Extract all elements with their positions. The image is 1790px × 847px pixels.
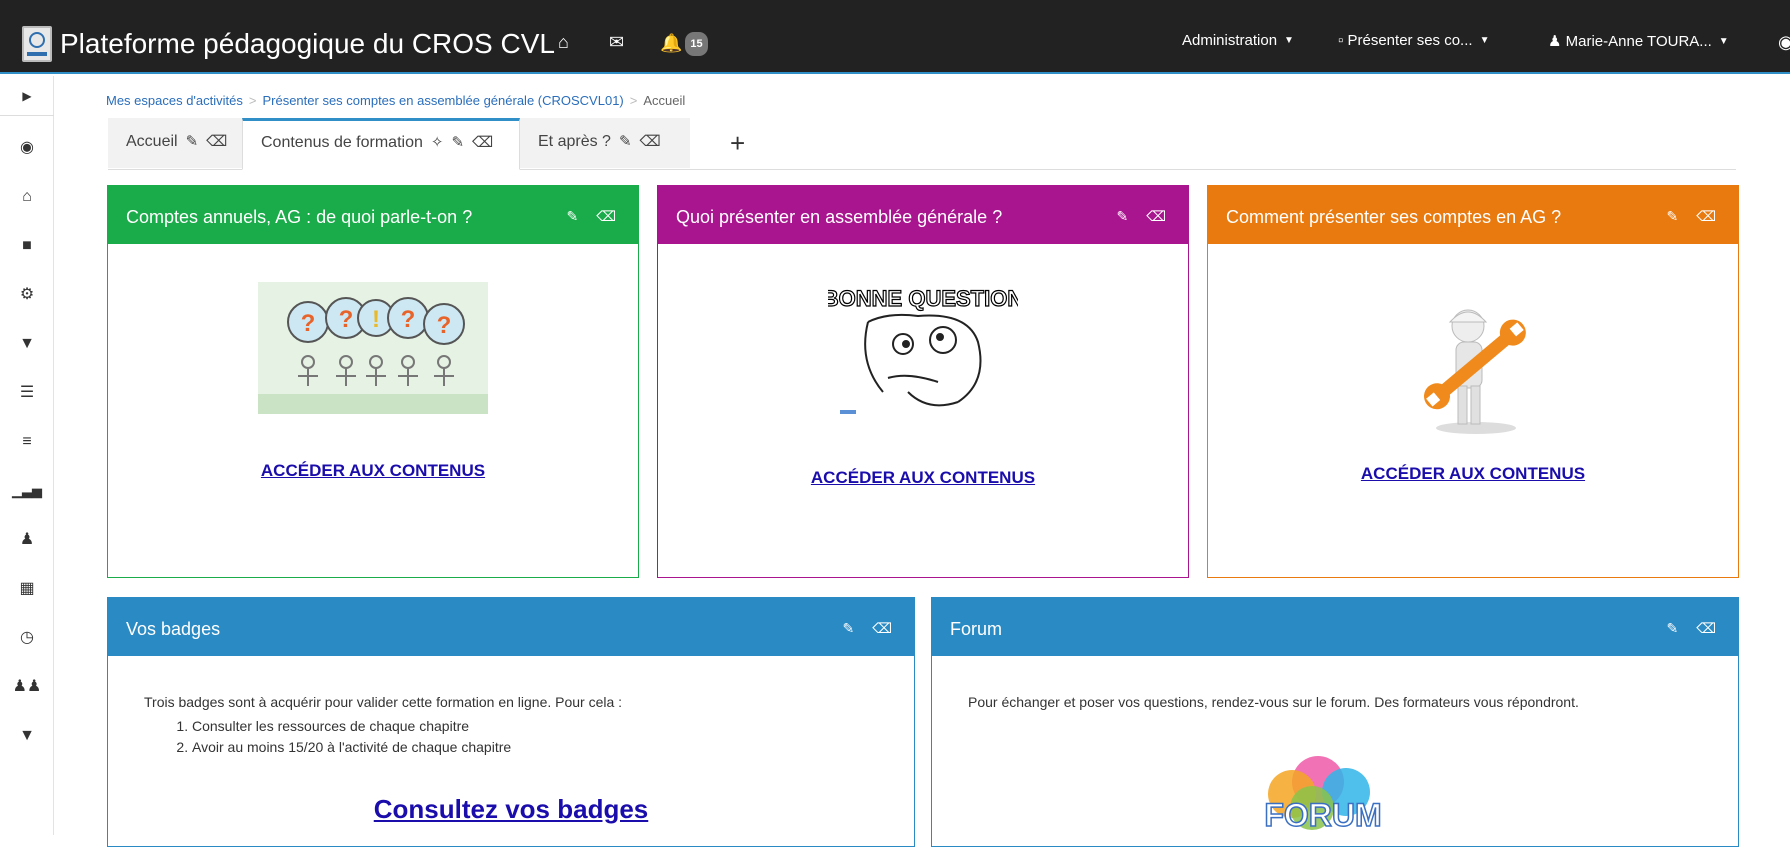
- pencil-icon[interactable]: ✎: [842, 620, 854, 636]
- panel-vos-badges: Vos badges ✎ ⌫ Trois badges sont à acquér…: [107, 597, 915, 847]
- breadcrumb-current: Accueil: [643, 93, 686, 108]
- forum-logo-text: FORUM: [1264, 797, 1381, 833]
- pencil-icon[interactable]: ✎: [1666, 620, 1678, 636]
- pencil-icon[interactable]: ✎: [451, 134, 464, 151]
- list-item: Consulter les ressources de chaque chapi…: [192, 716, 511, 737]
- svg-text:?: ?: [401, 306, 416, 333]
- panel-header: Forum ✎ ⌫: [932, 598, 1738, 656]
- help-icon[interactable]: ◉: [1778, 32, 1790, 52]
- home-icon[interactable]: ⌂: [0, 187, 54, 207]
- app-title[interactable]: Plateforme pédagogique du CROS CVL: [60, 28, 555, 60]
- pencil-icon[interactable]: ✎: [619, 133, 632, 150]
- chevron-down-icon: ▼: [1284, 35, 1294, 46]
- top-navbar: Plateforme pédagogique du CROS CVL ⌂ ✉ 🔔…: [0, 0, 1790, 74]
- svg-text:!: !: [372, 306, 380, 333]
- breadcrumb: Mes espaces d'activités > Présenter ses co…: [106, 93, 686, 108]
- question-people-image: ? ? ! ? ?: [258, 282, 488, 414]
- section-tabs: Accueil ✎ ⌫ Contenus de formation ✧ ✎ ⌫ Et ap…: [108, 118, 1736, 170]
- trash-icon[interactable]: ⌫: [640, 133, 661, 150]
- badges-intro: Trois badges sont à acquérir pour valide…: [144, 694, 623, 710]
- pencil-icon[interactable]: ✎: [566, 208, 578, 224]
- trophy-icon[interactable]: ▼: [0, 334, 54, 354]
- tab-accueil[interactable]: Accueil ✎ ⌫: [108, 118, 242, 168]
- tab-contenus-de-formation[interactable]: Contenus de formation ✧ ✎ ⌫: [242, 118, 520, 170]
- pencil-icon[interactable]: ✎: [186, 133, 199, 150]
- gear-icon[interactable]: ⚙: [0, 285, 54, 305]
- left-sidebar: ▶ ◉ ⌂ ■ ⚙ ▼ ☰ ≡ ▁▃▅ ♟ ▦ ◷ ♟♟ ▼: [0, 76, 54, 835]
- pencil-icon[interactable]: ✎: [1666, 208, 1678, 224]
- envelope-icon[interactable]: ✉: [609, 32, 624, 52]
- trash-icon[interactable]: ⌫: [596, 208, 616, 224]
- user-icon: ♟: [1548, 33, 1566, 50]
- acceder-contenus-link-3[interactable]: ACCÉDER AUX CONTENUS: [1208, 464, 1738, 484]
- notification-badge: 15: [685, 32, 708, 56]
- panel-header: Comptes annuels, AG : de quoi parle-t-on…: [108, 186, 638, 244]
- users-icon[interactable]: ♟♟: [0, 677, 54, 697]
- bar-chart-icon[interactable]: ▁▃▅: [0, 481, 54, 501]
- bonne-question-meme-image: BONNE QUESTION: [822, 282, 1024, 422]
- server-icon[interactable]: ☰: [0, 383, 54, 403]
- add-tab-icon[interactable]: +: [730, 128, 745, 159]
- forum-logo-image[interactable]: FORUM: [1248, 746, 1398, 836]
- chevron-down-icon: ▼: [1479, 35, 1490, 46]
- trash-icon[interactable]: ⌫: [1146, 208, 1166, 224]
- breadcrumb-link-course[interactable]: Présenter ses comptes en assemblée génér…: [262, 93, 623, 108]
- trophy-icon[interactable]: ▼: [0, 726, 54, 746]
- folder-open-icon[interactable]: ■: [0, 236, 54, 256]
- panel-comptes-annuels: Comptes annuels, AG : de quoi parle-t-on…: [107, 185, 639, 578]
- pencil-icon[interactable]: ✎: [1116, 208, 1128, 224]
- user-menu[interactable]: ♟ Marie-Anne TOURA... ▼: [1548, 32, 1729, 50]
- calendar-icon[interactable]: ▦: [0, 579, 54, 599]
- forum-intro: Pour échanger et poser vos questions, re…: [968, 694, 1579, 710]
- acceder-contenus-link-1[interactable]: ACCÉDER AUX CONTENUS: [108, 461, 638, 481]
- trash-icon[interactable]: ⌫: [206, 133, 227, 150]
- panel-header: Comment présenter ses comptes en AG ? ✎ ⌫: [1208, 186, 1738, 244]
- panel-quoi-presenter: Quoi présenter en assemblée générale ? ✎…: [657, 185, 1189, 578]
- book-icon: ▫: [1338, 32, 1348, 49]
- svg-text:?: ?: [339, 306, 354, 333]
- admin-menu[interactable]: Administration ▼: [1182, 32, 1294, 49]
- panel-forum: Forum ✎ ⌫ Pour échanger et poser vos ques…: [931, 597, 1739, 847]
- svg-text:?: ?: [437, 312, 452, 339]
- eye-icon[interactable]: ◉: [0, 138, 54, 158]
- meme-caption: BONNE QUESTION: [828, 286, 1018, 311]
- consultez-badges-link[interactable]: Consultez vos badges: [108, 794, 914, 825]
- tab-et-apres[interactable]: Et après ? ✎ ⌫: [520, 118, 690, 168]
- panel-header: Quoi présenter en assemblée générale ? ✎…: [658, 186, 1188, 244]
- course-menu[interactable]: ▫ Présenter ses co... ▼: [1338, 32, 1489, 49]
- panel-header: Vos badges ✎ ⌫: [108, 598, 914, 656]
- user-icon[interactable]: ♟: [0, 530, 54, 550]
- badges-steps-list: Consulter les ressources de chaque chapi…: [192, 716, 511, 758]
- caret-right-icon[interactable]: ▶: [0, 86, 54, 106]
- svg-text:?: ?: [301, 310, 316, 337]
- list-item: Avoir au moins 15/20 à l'activité de cha…: [192, 737, 511, 758]
- bell-icon[interactable]: 🔔 15: [660, 32, 708, 56]
- clock-icon[interactable]: ◷: [0, 628, 54, 648]
- home-icon[interactable]: ⌂: [558, 32, 569, 52]
- list-icon[interactable]: ≡: [0, 432, 54, 452]
- worker-with-wrench-image: [1398, 296, 1548, 436]
- trash-icon[interactable]: ⌫: [872, 620, 892, 636]
- pin-icon[interactable]: ✧: [431, 134, 444, 151]
- panel-comment-presenter: Comment présenter ses comptes en AG ? ✎ ⌫…: [1207, 185, 1739, 578]
- trash-icon[interactable]: ⌫: [1696, 208, 1716, 224]
- chevron-down-icon: ▼: [1718, 36, 1729, 47]
- trash-icon[interactable]: ⌫: [472, 134, 493, 151]
- acceder-contenus-link-2[interactable]: ACCÉDER AUX CONTENUS: [658, 468, 1188, 488]
- cros-logo-icon[interactable]: [22, 26, 52, 62]
- sidebar-toggle[interactable]: ▶: [0, 76, 54, 116]
- breadcrumb-link-spaces[interactable]: Mes espaces d'activités: [106, 93, 243, 108]
- trash-icon[interactable]: ⌫: [1696, 620, 1716, 636]
